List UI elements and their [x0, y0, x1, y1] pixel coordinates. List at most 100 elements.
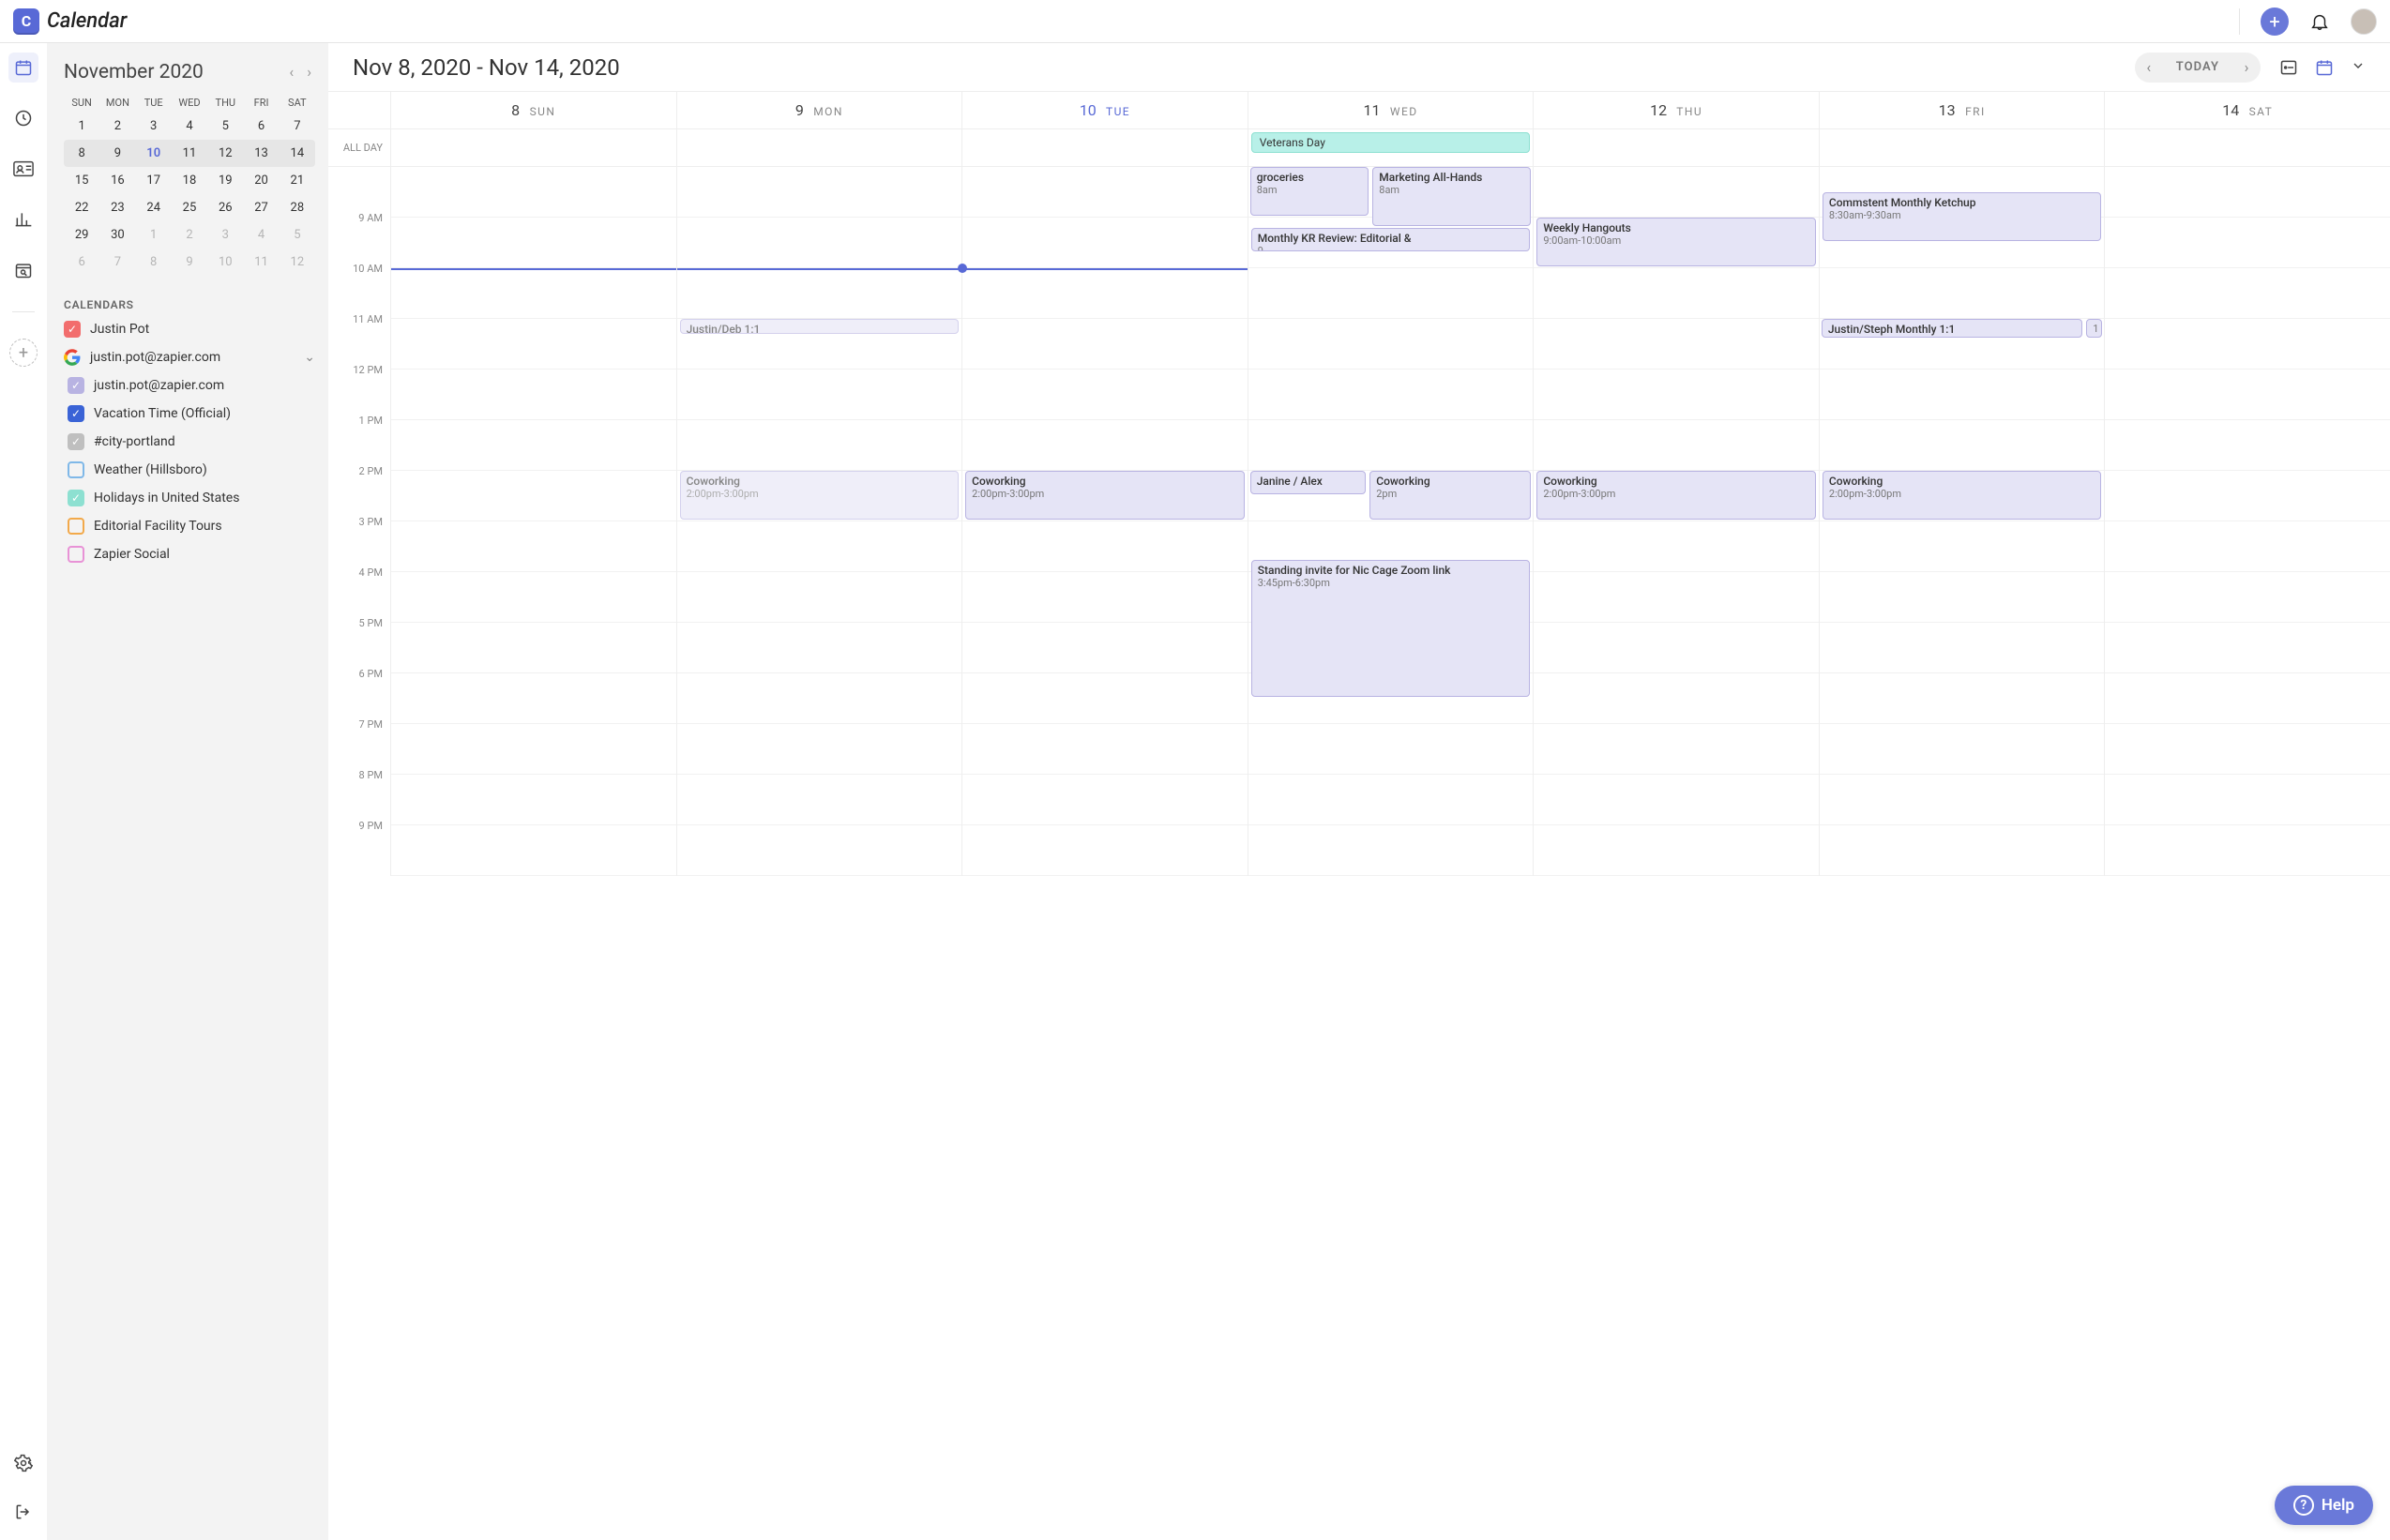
user-avatar[interactable]: [2351, 8, 2377, 35]
mini-day-cell[interactable]: 4: [172, 113, 207, 140]
mini-day-cell[interactable]: 5: [280, 221, 315, 249]
mini-day-cell[interactable]: 15: [64, 167, 99, 194]
prev-week-button[interactable]: ‹: [2135, 53, 2163, 83]
calendar-item[interactable]: ✓Vacation Time (Official): [68, 405, 315, 422]
day-column[interactable]: Weekly Hangouts9:00am-10:00am Coworking2:…: [1533, 167, 1819, 876]
calendar-item[interactable]: Zapier Social: [68, 546, 315, 563]
allday-cell[interactable]: [2104, 129, 2390, 166]
mini-day-cell[interactable]: 2: [99, 113, 135, 140]
calendar-checkbox[interactable]: ✓: [68, 405, 84, 422]
day-header[interactable]: 10 TUE: [961, 92, 1248, 128]
mini-day-cell[interactable]: 3: [207, 221, 243, 249]
calendar-checkbox[interactable]: ✓: [68, 490, 84, 506]
mini-day-cell[interactable]: 29: [64, 221, 99, 249]
calendar-root[interactable]: ✓ Justin Pot: [64, 321, 315, 338]
mini-day-cell[interactable]: 9: [99, 140, 135, 167]
mini-day-cell[interactable]: 6: [243, 113, 279, 140]
day-column[interactable]: [390, 167, 676, 876]
mini-day-cell[interactable]: 12: [280, 249, 315, 276]
rail-clock-icon[interactable]: [8, 103, 38, 133]
chevron-down-icon[interactable]: ⌄: [304, 350, 315, 365]
mini-day-cell[interactable]: 5: [207, 113, 243, 140]
calendar-checkbox[interactable]: [68, 546, 84, 563]
allday-cell[interactable]: [390, 129, 676, 166]
day-header[interactable]: 13 FRI: [1819, 92, 2105, 128]
calendar-event[interactable]: Coworking2:00pm-3:00pm: [1823, 471, 2102, 520]
day-column[interactable]: Justin/Deb 1:111:00aCoworking2:00pm-3:00…: [676, 167, 962, 876]
calendar-event[interactable]: Coworking2:00pm-3:00pm: [965, 471, 1245, 520]
calendar-event[interactable]: Standing invite for Nic Cage Zoom link3:…: [1251, 560, 1531, 698]
mini-day-cell[interactable]: 12: [207, 140, 243, 167]
mini-day-cell[interactable]: 22: [64, 194, 99, 221]
mini-day-cell[interactable]: 11: [172, 140, 207, 167]
calendar-event[interactable]: Coworking2:00pm-3:00pm: [1536, 471, 1816, 520]
mini-day-cell[interactable]: 19: [207, 167, 243, 194]
rail-add-button[interactable]: +: [9, 339, 38, 367]
rail-settings-icon[interactable]: [8, 1448, 38, 1478]
mini-day-cell[interactable]: 7: [280, 113, 315, 140]
allday-cell[interactable]: [1533, 129, 1819, 166]
today-button[interactable]: TODAY: [2163, 60, 2232, 74]
mini-day-cell[interactable]: 16: [99, 167, 135, 194]
mini-day-cell[interactable]: 10: [207, 249, 243, 276]
allday-event[interactable]: Veterans Day: [1251, 132, 1531, 153]
rail-calendar-search-icon[interactable]: [8, 255, 38, 285]
mini-day-cell[interactable]: 21: [280, 167, 315, 194]
allday-cell[interactable]: [676, 129, 962, 166]
day-column[interactable]: groceries8amMarketing All-Hands8amMonthl…: [1248, 167, 1534, 876]
time-grid[interactable]: 9 AM10 AM11 AM12 PM1 PM2 PM3 PM4 PM5 PM6…: [328, 167, 2390, 876]
calendar-event[interactable]: Weekly Hangouts9:00am-10:00am: [1536, 218, 1816, 266]
notifications-icon[interactable]: [2309, 11, 2330, 32]
calendar-item[interactable]: Editorial Facility Tours: [68, 518, 315, 535]
mini-day-cell[interactable]: 24: [136, 194, 172, 221]
calendar-item[interactable]: ✓Holidays in United States: [68, 490, 315, 506]
calendar-checkbox[interactable]: ✓: [68, 377, 84, 394]
mini-day-cell[interactable]: 9: [172, 249, 207, 276]
allday-cell[interactable]: Veterans Day: [1248, 129, 1534, 166]
view-schedule-icon[interactable]: [2279, 58, 2298, 77]
rail-analytics-icon[interactable]: [8, 204, 38, 234]
mini-day-cell[interactable]: 17: [136, 167, 172, 194]
calendar-event[interactable]: 1: [2086, 319, 2102, 338]
view-week-icon[interactable]: [2315, 58, 2334, 77]
mini-day-cell[interactable]: 14: [280, 140, 315, 167]
next-week-button[interactable]: ›: [2232, 53, 2261, 83]
calendar-event[interactable]: Justin/Deb 1:111:00a: [680, 319, 960, 334]
create-event-button[interactable]: +: [2261, 8, 2289, 36]
mini-day-cell[interactable]: 13: [243, 140, 279, 167]
mini-day-cell[interactable]: 7: [99, 249, 135, 276]
calendar-checkbox[interactable]: [68, 461, 84, 478]
mini-prev-month-button[interactable]: ‹: [285, 60, 297, 83]
day-header[interactable]: 11 WED: [1248, 92, 1534, 128]
rail-contacts-icon[interactable]: [8, 154, 38, 184]
mini-day-cell[interactable]: 8: [64, 140, 99, 167]
calendar-checkbox[interactable]: ✓: [68, 433, 84, 450]
mini-day-cell[interactable]: 11: [243, 249, 279, 276]
mini-day-cell[interactable]: 3: [136, 113, 172, 140]
day-header[interactable]: 8 SUN: [390, 92, 676, 128]
view-dropdown-icon[interactable]: [2351, 58, 2366, 77]
mini-day-cell[interactable]: 26: [207, 194, 243, 221]
day-header[interactable]: 14 SAT: [2104, 92, 2390, 128]
mini-next-month-button[interactable]: ›: [303, 60, 315, 83]
calendar-item[interactable]: Weather (Hillsboro): [68, 461, 315, 478]
day-header[interactable]: 9 MON: [676, 92, 962, 128]
calendar-event[interactable]: Coworking2pm: [1369, 471, 1531, 520]
day-column[interactable]: [2104, 167, 2390, 876]
calendar-event[interactable]: Marketing All-Hands8am: [1372, 167, 1531, 226]
mini-day-cell[interactable]: 10: [136, 140, 172, 167]
mini-day-cell[interactable]: 18: [172, 167, 207, 194]
mini-day-cell[interactable]: 4: [243, 221, 279, 249]
rail-logout-icon[interactable]: [8, 1497, 38, 1527]
mini-day-cell[interactable]: 20: [243, 167, 279, 194]
help-button[interactable]: ? Help: [2275, 1486, 2373, 1525]
day-header[interactable]: 12 THU: [1533, 92, 1819, 128]
calendar-checkbox[interactable]: ✓: [64, 321, 81, 338]
mini-day-cell[interactable]: 8: [136, 249, 172, 276]
mini-day-cell[interactable]: 23: [99, 194, 135, 221]
mini-day-cell[interactable]: 2: [172, 221, 207, 249]
calendar-event[interactable]: Justin/Steph Monthly 1:11: [1822, 319, 2082, 338]
calendar-event[interactable]: Monthly KR Review: Editorial &9: [1251, 228, 1531, 251]
mini-day-cell[interactable]: 30: [99, 221, 135, 249]
mini-day-cell[interactable]: 1: [64, 113, 99, 140]
